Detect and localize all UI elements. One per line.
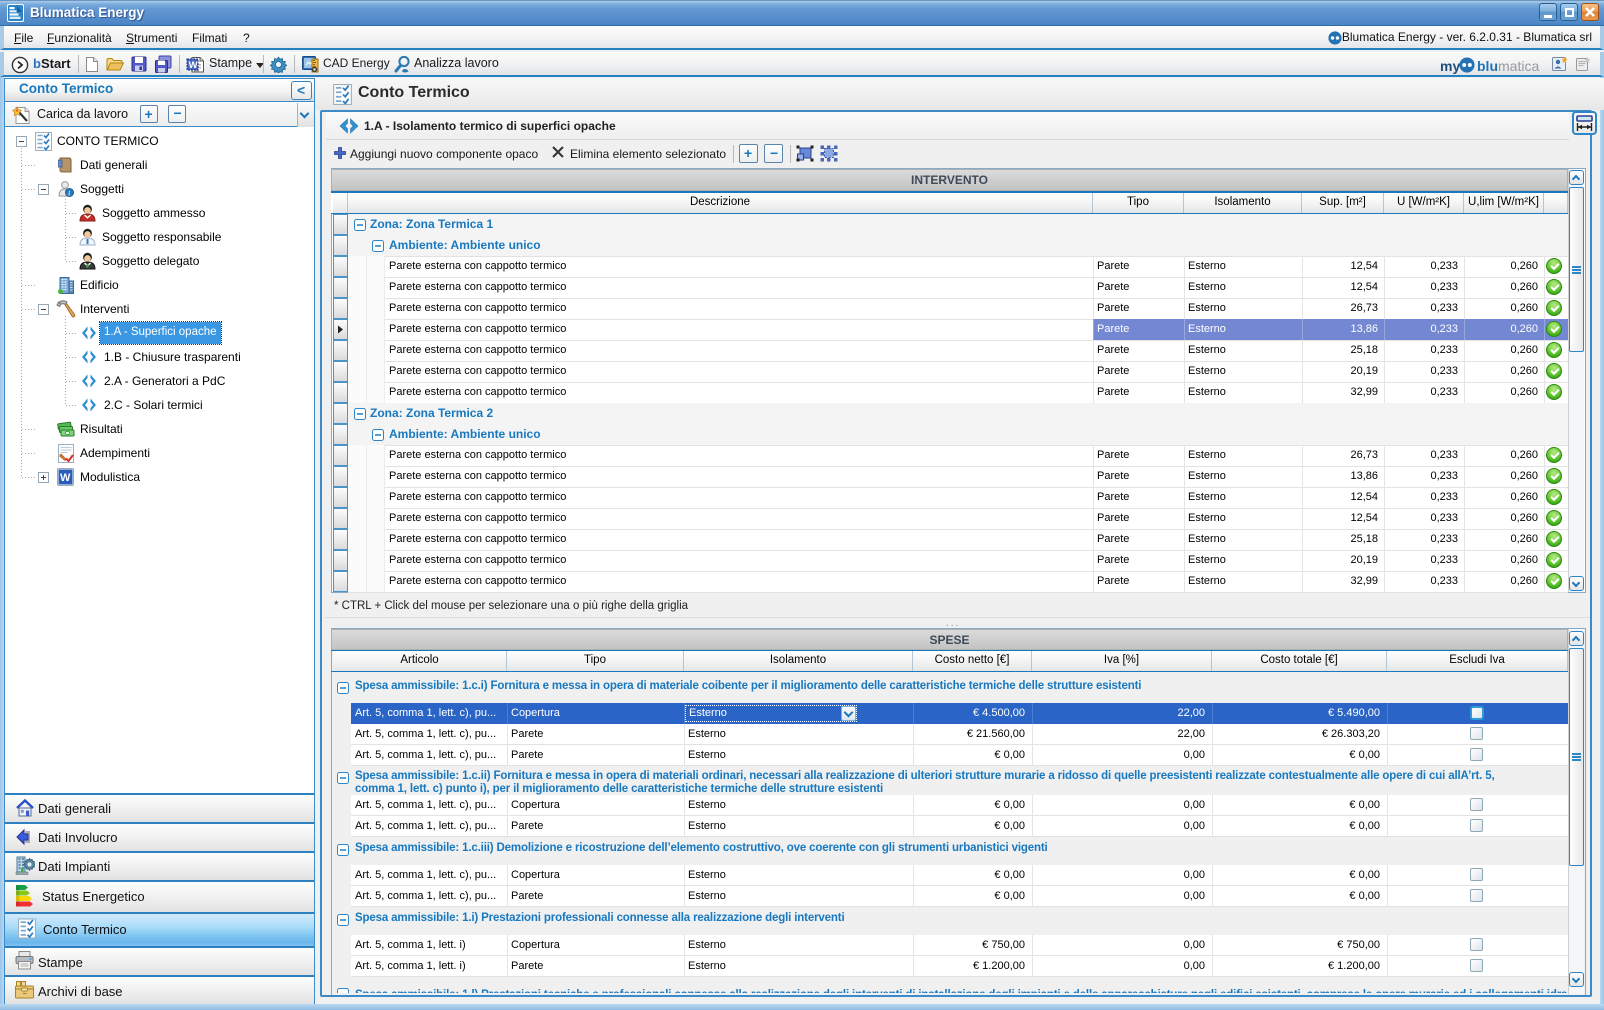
svg-text:W: W xyxy=(60,472,71,484)
svg-text:i: i xyxy=(68,190,70,197)
svg-text:W: W xyxy=(189,60,198,71)
